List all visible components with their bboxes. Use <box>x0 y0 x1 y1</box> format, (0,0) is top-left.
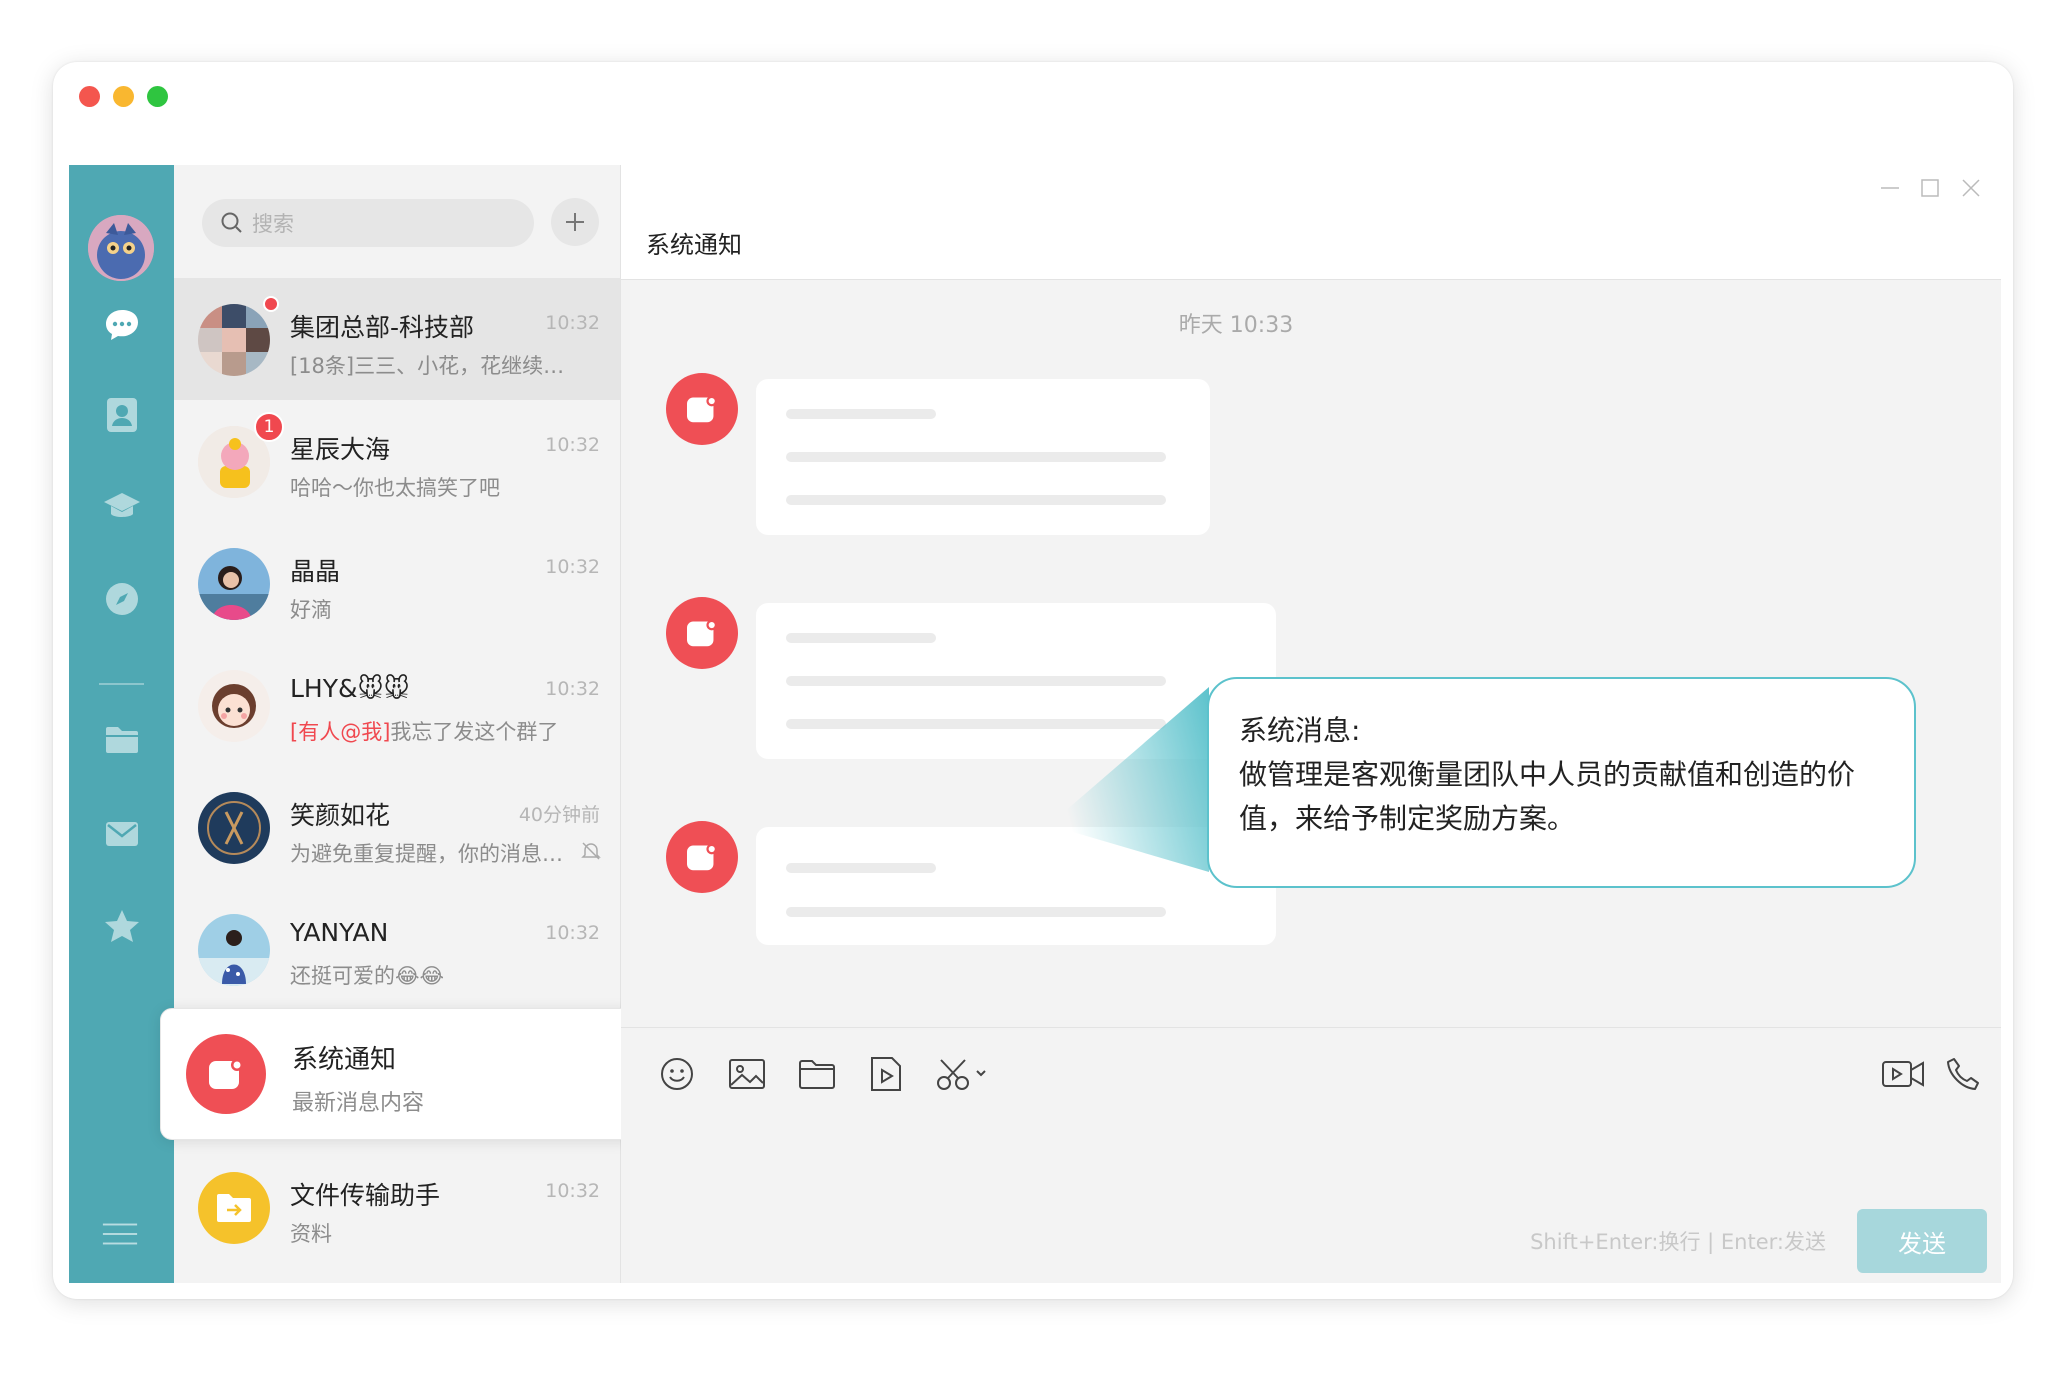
close-window-button[interactable] <box>79 86 100 107</box>
app-body: 搜索 集团总部-科技部 10:32 [18条]三三、小花，花继续… 1 星辰大海… <box>69 165 2001 1283</box>
callout-body: 做管理是客观衡量团队中人员的贡献值和创造的价值，来给予制定奖励方案。 <box>1239 758 1856 835</box>
minimize-window-button[interactable] <box>113 86 134 107</box>
callout-title: 系统消息: <box>1239 714 1361 747</box>
zoom-window-button[interactable] <box>147 86 168 107</box>
callout-text: 系统消息: 做管理是客观衡量团队中人员的贡献值和创造的价值，来给予制定奖励方案。 <box>1239 709 1899 841</box>
system-message-callout: 系统消息: 做管理是客观衡量团队中人员的贡献值和创造的价值，来给予制定奖励方案。 <box>1207 677 1916 888</box>
